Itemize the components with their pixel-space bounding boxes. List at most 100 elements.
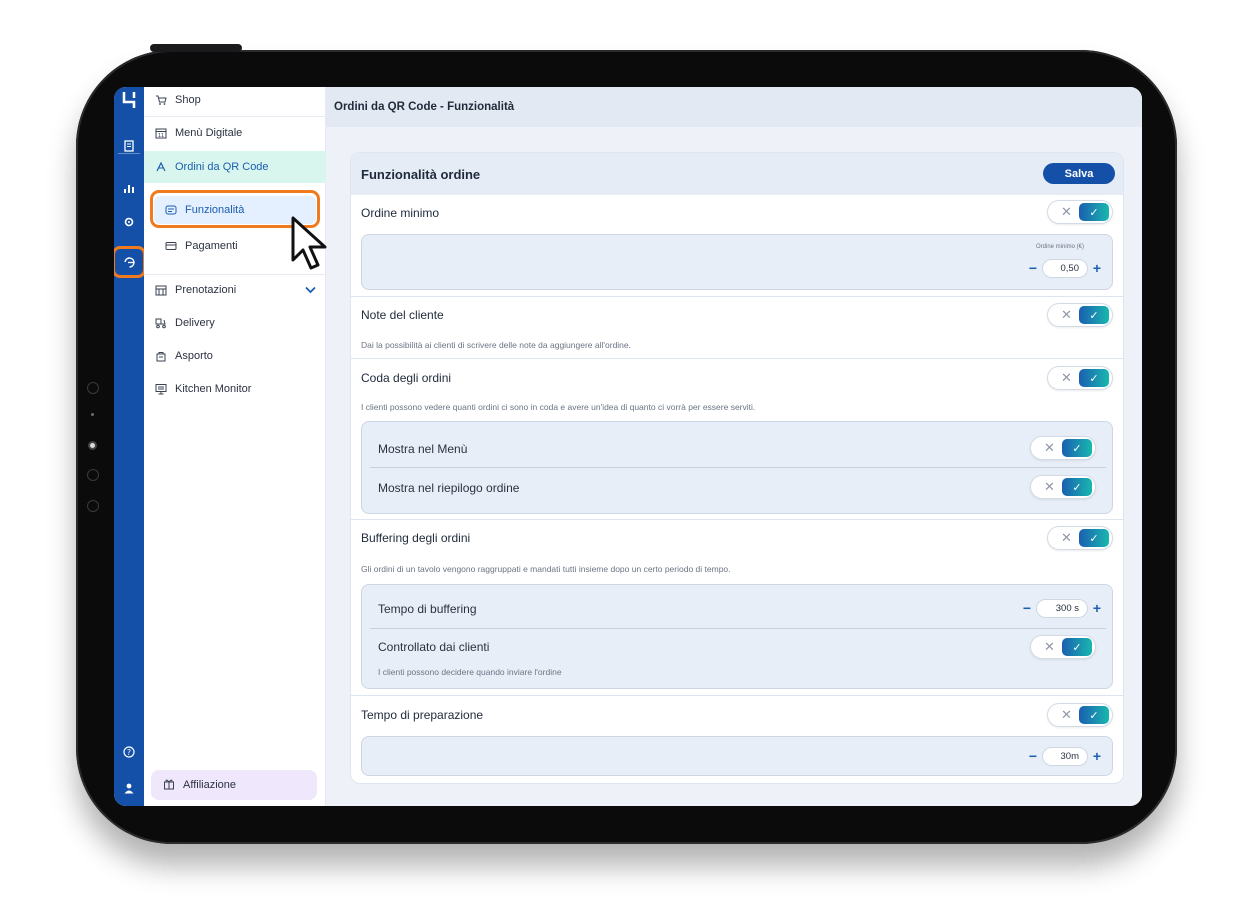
row-divider [351, 695, 1123, 696]
sub-divider [370, 628, 1106, 629]
plus-button[interactable]: + [1090, 598, 1104, 618]
affiliazione-button[interactable]: Affiliazione [151, 770, 317, 800]
svg-text:?: ? [127, 748, 131, 757]
tablet-top-button [150, 44, 242, 52]
note-cliente-toggle[interactable]: ✕ ✓ [1047, 303, 1113, 327]
off-icon: ✕ [1061, 370, 1072, 385]
logo-icon[interactable] [114, 89, 144, 111]
sidebar-item-prenotazioni[interactable]: Prenotazioni [144, 275, 326, 305]
preparazione-toggle[interactable]: ✕ ✓ [1047, 703, 1113, 727]
check-icon: ✓ [1079, 306, 1109, 324]
main-content: Ordini da QR Code - Funzionalità Funzion… [326, 87, 1142, 806]
sidebar-item-ordini-qr[interactable]: Ordini da QR Code [144, 151, 326, 183]
rail-highlight-box [114, 246, 146, 278]
mostra-menu-toggle[interactable]: ✕ ✓ [1030, 436, 1096, 460]
off-icon: ✕ [1061, 707, 1072, 722]
camera-dot [87, 500, 99, 512]
sidebar-item-label: Ordini da QR Code [175, 161, 269, 173]
ordine-minimo-stepper[interactable]: − 0,50 + [1026, 258, 1104, 278]
sidebar-item-label: Shop [175, 94, 201, 106]
sidebar-item-kitchen-monitor[interactable]: Kitchen Monitor [144, 374, 326, 404]
minus-button[interactable]: − [1026, 746, 1040, 766]
mostra-riepilogo-toggle[interactable]: ✕ ✓ [1030, 475, 1096, 499]
sidebar-item-delivery[interactable]: Delivery [144, 308, 326, 338]
off-icon: ✕ [1044, 440, 1055, 455]
check-icon: ✓ [1079, 706, 1109, 724]
off-icon: ✕ [1044, 639, 1055, 654]
ordine-minimo-toggle[interactable]: ✕ ✓ [1047, 200, 1113, 224]
preparazione-value[interactable]: 30m [1042, 746, 1088, 766]
coda-ordini-desc: I clienti possono vedere quanti ordini c… [361, 402, 756, 412]
preparazione-stepper[interactable]: − 30m + [1026, 746, 1104, 766]
off-icon: ✕ [1044, 479, 1055, 494]
preparazione-title: Tempo di preparazione [361, 708, 484, 722]
sidebar-item-label: Delivery [175, 317, 215, 329]
sidebar-divider [144, 116, 326, 117]
tempo-buffering-label: Tempo di buffering [378, 602, 477, 616]
scooter-icon [154, 316, 168, 330]
tempo-buffering-value[interactable]: 300 s [1036, 598, 1088, 618]
monitor-icon [154, 382, 168, 396]
sidebar-item-shop[interactable]: Shop [144, 87, 326, 115]
off-icon: ✕ [1061, 307, 1072, 322]
sidebar-item-asporto[interactable]: Asporto [144, 341, 326, 371]
card-header: Funzionalità ordine Salva [351, 153, 1123, 195]
rail-separator [118, 153, 140, 154]
ordine-minimo-value[interactable]: 0,50 [1042, 258, 1088, 278]
sidebar-item-label: Asporto [175, 350, 213, 362]
ordine-minimo-panel: Ordine minimo (€) − 0,50 + [361, 234, 1113, 290]
bag-icon [154, 349, 168, 363]
camera-dot [87, 382, 99, 394]
calendar-grid-icon [154, 283, 168, 297]
coda-ordini-toggle[interactable]: ✕ ✓ [1047, 366, 1113, 390]
buffering-toggle[interactable]: ✕ ✓ [1047, 526, 1113, 550]
affiliazione-label: Affiliazione [183, 779, 236, 791]
check-icon: ✓ [1079, 203, 1109, 221]
controllato-toggle[interactable]: ✕ ✓ [1030, 635, 1096, 659]
sidebar-subitem-label: Pagamenti [185, 240, 238, 252]
user-icon[interactable] [114, 777, 144, 799]
qr-order-icon [154, 160, 168, 174]
card-title: Funzionalità ordine [361, 166, 481, 182]
mostra-menu-label: Mostra nel Menù [378, 442, 468, 456]
page-title: Ordini da QR Code - Funzionalità [326, 87, 1142, 127]
camera-dot [87, 469, 99, 481]
card-icon [164, 240, 178, 252]
controllato-desc: I clienti possono decidere quando inviar… [378, 667, 562, 677]
sidebar: Shop 11 Menù Digitale Ordini da QR Code … [144, 87, 326, 806]
check-icon: ✓ [1062, 439, 1092, 457]
save-button[interactable]: Salva [1043, 163, 1115, 184]
mostra-riepilogo-label: Mostra nel riepilogo ordine [378, 481, 520, 495]
sidebar-item-label: Prenotazioni [175, 284, 237, 296]
check-icon: ✓ [1079, 369, 1109, 387]
chevron-down-icon[interactable] [305, 283, 316, 297]
screen: ? Shop 11 Menù Digitale Ordini da QR Cod… [114, 87, 1142, 806]
ordine-minimo-field-label: Ordine minimo (€) [1035, 244, 1084, 250]
coda-ordini-title: Coda degli ordini [361, 371, 452, 385]
minus-button[interactable]: − [1026, 258, 1040, 278]
row-divider [351, 296, 1123, 297]
funzionalita-card: Funzionalità ordine Salva Ordine minimo … [350, 152, 1124, 784]
icon-rail: ? [114, 87, 146, 806]
plus-button[interactable]: + [1090, 746, 1104, 766]
chart-icon[interactable] [114, 177, 144, 199]
sidebar-item-menu-digitale[interactable]: 11 Menù Digitale [144, 118, 326, 148]
buffering-panel: Tempo di buffering − 300 s + Controllato… [361, 584, 1113, 689]
off-icon: ✕ [1061, 530, 1072, 545]
sidebar-item-label: Kitchen Monitor [175, 383, 252, 395]
gear-icon[interactable] [114, 211, 144, 233]
controllato-label: Controllato dai clienti [378, 640, 490, 654]
ordine-minimo-title: Ordine minimo [361, 206, 440, 220]
off-icon: ✕ [1061, 204, 1072, 219]
help-icon[interactable]: ? [114, 741, 144, 763]
tempo-buffering-stepper[interactable]: − 300 s + [1020, 598, 1104, 618]
check-icon: ✓ [1062, 478, 1092, 496]
plus-button[interactable]: + [1090, 258, 1104, 278]
preparazione-panel: − 30m + [361, 736, 1113, 776]
check-icon: ✓ [1062, 638, 1092, 656]
minus-button[interactable]: − [1020, 598, 1034, 618]
buffering-desc: Gli ordini di un tavolo vengono raggrupp… [361, 564, 731, 574]
gift-icon [163, 778, 175, 793]
coda-ordini-panel: Mostra nel Menù ✕ ✓ Mostra nel riepilogo… [361, 421, 1113, 514]
mouse-cursor-icon [291, 216, 327, 270]
